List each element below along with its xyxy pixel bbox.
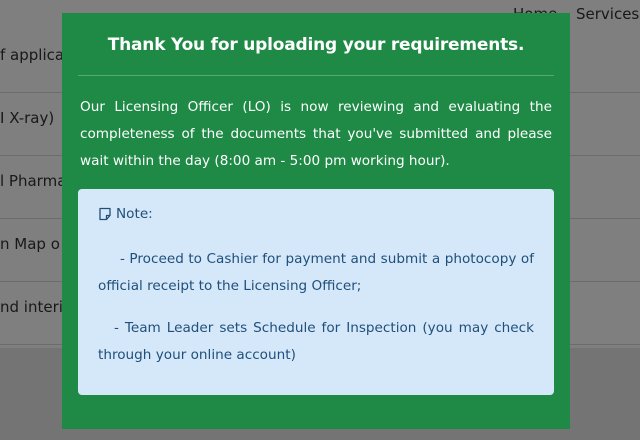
note-heading: Note: xyxy=(98,203,534,225)
modal-title: Thank You for uploading your requirement… xyxy=(107,35,525,55)
note-box: Note: - Proceed to Cashier for payment a… xyxy=(78,189,554,395)
note-icon xyxy=(99,207,111,221)
modal-message: Our Licensing Officer (LO) is now review… xyxy=(80,99,552,169)
modal-divider xyxy=(78,75,554,76)
note-label: Note: xyxy=(116,206,153,222)
note-item: - Team Leader sets Schedule for Inspecti… xyxy=(98,315,534,369)
upload-success-modal: Thank You for uploading your requirement… xyxy=(62,13,570,429)
note-item-text: - Team Leader sets Schedule for Inspecti… xyxy=(98,320,534,363)
note-item-text: - Proceed to Cashier for payment and sub… xyxy=(98,251,534,294)
note-item: - Proceed to Cashier for payment and sub… xyxy=(98,246,534,300)
